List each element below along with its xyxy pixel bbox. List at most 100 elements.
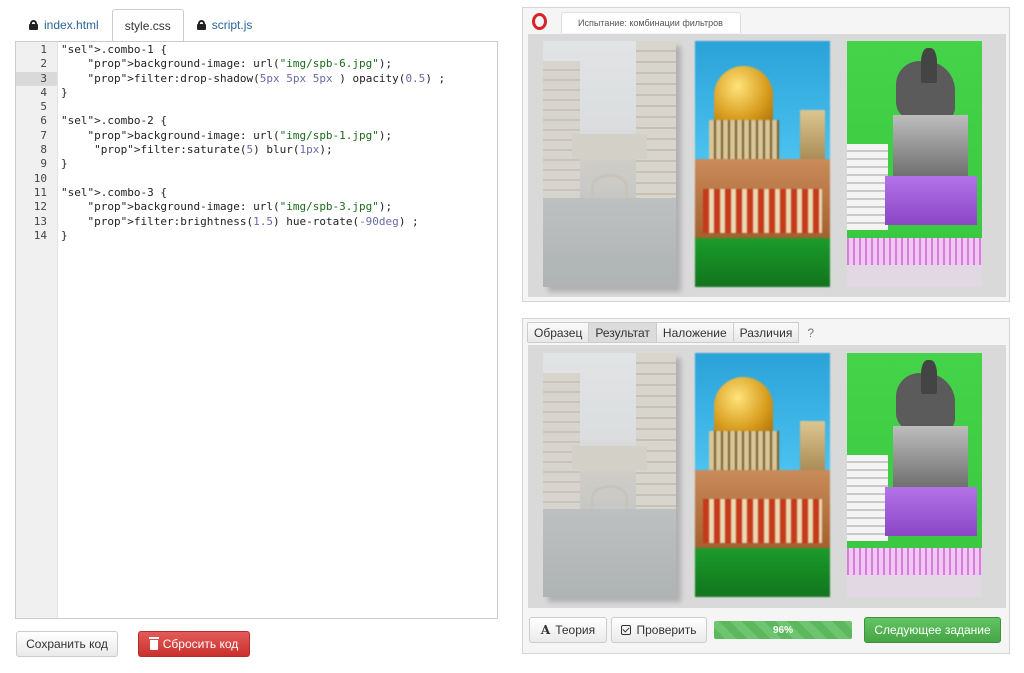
save-code-button[interactable]: Сохранить код bbox=[16, 631, 118, 657]
code-line[interactable]: } bbox=[61, 157, 497, 171]
line-number: 8 bbox=[40, 143, 47, 157]
line-number: 13 bbox=[33, 214, 47, 228]
line-number: 3 bbox=[16, 71, 57, 86]
bridge bbox=[572, 134, 647, 160]
fence bbox=[847, 237, 982, 268]
line-number: 6 bbox=[40, 114, 47, 128]
code-area[interactable]: "sel">.combo-1 { "prop">background-image… bbox=[58, 42, 497, 618]
line-number-gutter: 1 2 3 4 5 6 7 8 9 10 11 12 13 14 bbox=[16, 42, 58, 618]
match-progress-bar: 96% bbox=[714, 621, 852, 639]
code-line[interactable]: "prop">background-image: url("img/spb-1.… bbox=[61, 129, 497, 143]
result-stage bbox=[528, 345, 1006, 608]
code-line[interactable]: } bbox=[61, 86, 497, 100]
cathedral-columns bbox=[703, 188, 822, 233]
tab-overlay[interactable]: Наложение bbox=[656, 322, 734, 343]
line-number: 9 bbox=[40, 157, 47, 171]
result-panel: Образец Результат Наложение Различия ? bbox=[522, 318, 1010, 654]
result-image-3 bbox=[847, 353, 982, 597]
code-line[interactable]: "sel">.combo-1 { bbox=[61, 43, 497, 57]
building bbox=[847, 455, 888, 541]
next-task-label: Следующее задание bbox=[874, 623, 991, 637]
check-icon bbox=[621, 625, 632, 635]
fence bbox=[847, 548, 982, 578]
bell-tower bbox=[800, 421, 825, 475]
code-line[interactable]: "prop">filter:drop-shadow(5px 5px 5px ) … bbox=[61, 72, 497, 86]
colonnade-drum bbox=[708, 119, 779, 160]
tab-label: style.css bbox=[124, 19, 171, 33]
combo-1-image bbox=[543, 41, 676, 287]
trash-icon bbox=[148, 637, 159, 650]
next-task-button[interactable]: Следующее задание bbox=[864, 617, 1001, 643]
pedestal bbox=[892, 426, 969, 490]
rider-statue bbox=[921, 48, 938, 83]
tab-sample[interactable]: Образец bbox=[527, 322, 590, 343]
line-number: 11 bbox=[33, 185, 47, 199]
tab-style-css[interactable]: style.css bbox=[111, 9, 184, 42]
code-line[interactable] bbox=[61, 100, 497, 114]
ground bbox=[847, 264, 982, 287]
line-number: 12 bbox=[33, 200, 47, 214]
canal-water bbox=[543, 509, 676, 597]
browser-preview: Испытание: комбинации фильтров bbox=[522, 7, 1010, 302]
colonnade-drum bbox=[708, 431, 779, 471]
dome bbox=[713, 65, 774, 125]
browser-tab: Испытание: комбинации фильтров bbox=[561, 12, 741, 33]
check-label: Проверить bbox=[636, 623, 697, 637]
help-button[interactable]: ? bbox=[799, 322, 822, 343]
pedestal bbox=[892, 114, 969, 179]
building bbox=[847, 144, 888, 231]
code-line[interactable]: "prop">filter:saturate(5) blur(1px); bbox=[61, 143, 497, 157]
code-line[interactable]: "sel">.combo-2 { bbox=[61, 114, 497, 128]
theory-button[interactable]: A Теория bbox=[529, 617, 607, 643]
bridge bbox=[572, 445, 647, 471]
code-line[interactable]: } bbox=[61, 229, 497, 243]
arch bbox=[590, 484, 629, 510]
theory-label: Теория bbox=[555, 623, 596, 637]
dome bbox=[713, 377, 774, 436]
rider-statue bbox=[921, 360, 938, 395]
building-right bbox=[636, 353, 676, 510]
code-line[interactable]: "prop">filter:brightness(1.5) hue-rotate… bbox=[61, 215, 497, 229]
reset-code-label: Сбросить код bbox=[162, 637, 239, 651]
lawn bbox=[695, 237, 830, 287]
code-line[interactable]: "prop">background-image: url("img/spb-3.… bbox=[61, 200, 497, 214]
lock-icon bbox=[196, 20, 206, 30]
browser-tab-title: Испытание: комбинации фильтров bbox=[578, 18, 723, 28]
code-line[interactable] bbox=[61, 172, 497, 186]
line-number: 7 bbox=[40, 128, 47, 142]
line-number: 4 bbox=[40, 85, 47, 99]
line-number: 2 bbox=[40, 57, 47, 71]
save-code-label: Сохранить код bbox=[26, 637, 108, 651]
progress-label: 96% bbox=[772, 624, 793, 636]
tab-differences[interactable]: Различия bbox=[733, 322, 800, 343]
line-number: 5 bbox=[40, 100, 47, 114]
tab-label: index.html bbox=[44, 18, 99, 32]
pedestal-base bbox=[884, 176, 977, 226]
line-number: 1 bbox=[40, 43, 47, 56]
code-line[interactable]: "sel">.combo-3 { bbox=[61, 186, 497, 200]
combo-3-image bbox=[847, 41, 982, 287]
canal-water bbox=[543, 198, 676, 287]
building-right bbox=[636, 41, 676, 199]
code-editor[interactable]: 1 2 3 4 5 6 7 8 9 10 11 12 13 14 "sel">.combo-1 { "pr… bbox=[15, 41, 498, 619]
line-number: 10 bbox=[33, 171, 47, 185]
tab-script-js[interactable]: script.js bbox=[184, 8, 266, 41]
lock-icon bbox=[29, 20, 38, 30]
pedestal-base bbox=[884, 487, 977, 536]
code-line[interactable]: "prop">background-image: url("img/spb-6.… bbox=[61, 57, 497, 71]
reset-code-button[interactable]: Сбросить код bbox=[138, 631, 250, 657]
editor-tabs: index.html style.css script.js bbox=[16, 8, 266, 42]
text-icon: A bbox=[540, 623, 551, 637]
bell-tower bbox=[800, 109, 825, 164]
tab-index-html[interactable]: index.html bbox=[16, 8, 112, 41]
preview-stage bbox=[528, 34, 1006, 297]
ground bbox=[847, 575, 982, 597]
result-image-1 bbox=[543, 353, 676, 597]
combo-2-image bbox=[695, 41, 830, 287]
check-button[interactable]: Проверить bbox=[611, 617, 707, 643]
cathedral-columns bbox=[703, 499, 822, 544]
result-tabs: Образец Результат Наложение Различия ? bbox=[527, 322, 822, 343]
tab-result[interactable]: Результат bbox=[589, 322, 657, 343]
opera-logo-icon bbox=[532, 13, 547, 30]
tab-label: script.js bbox=[211, 18, 253, 32]
